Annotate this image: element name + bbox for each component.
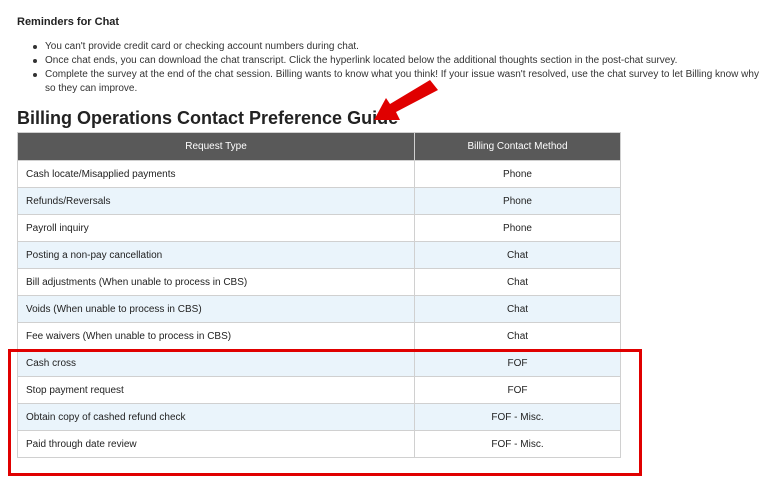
request-type-cell: Payroll inquiry xyxy=(17,214,415,242)
table-row: Refunds/Reversals Phone xyxy=(17,187,621,215)
table-row: Voids (When unable to process in CBS) Ch… xyxy=(17,295,621,323)
contact-method-cell: Chat xyxy=(414,268,621,296)
reminder-item: Once chat ends, you can download the cha… xyxy=(32,54,762,68)
contact-method-cell: Chat xyxy=(414,322,621,350)
contact-method-cell: Phone xyxy=(414,187,621,215)
table-row: Bill adjustments (When unable to process… xyxy=(17,268,621,296)
request-type-cell: Obtain copy of cashed refund check xyxy=(17,403,415,431)
column-header-request-type: Request Type xyxy=(17,132,415,161)
table-row: Stop payment request FOF xyxy=(17,376,621,404)
guide-title: Billing Operations Contact Preference Gu… xyxy=(17,108,399,128)
request-type-cell: Fee waivers (When unable to process in C… xyxy=(17,322,415,350)
contact-method-cell: Chat xyxy=(414,241,621,269)
column-header-contact-method: Billing Contact Method xyxy=(414,132,621,161)
contact-method-cell: FOF xyxy=(414,349,621,377)
table-row: Cash cross FOF xyxy=(17,349,621,377)
request-type-cell: Voids (When unable to process in CBS) xyxy=(17,295,415,323)
reminder-item: You can't provide credit card or checkin… xyxy=(32,40,762,54)
red-arrow-icon xyxy=(374,80,438,120)
request-type-cell: Cash locate/Misapplied payments xyxy=(17,160,415,188)
table-header-row: Request Type Billing Contact Method xyxy=(17,132,621,161)
contact-method-cell: FOF - Misc. xyxy=(414,430,621,458)
request-type-cell: Cash cross xyxy=(17,349,415,377)
table-row: Obtain copy of cashed refund check FOF -… xyxy=(17,403,621,431)
request-type-cell: Refunds/Reversals xyxy=(17,187,415,215)
contact-method-cell: Phone xyxy=(414,160,621,188)
request-type-cell: Paid through date review xyxy=(17,430,415,458)
reminders-title: Reminders for Chat xyxy=(17,16,120,28)
table-row: Posting a non-pay cancellation Chat xyxy=(17,241,621,269)
request-type-cell: Stop payment request xyxy=(17,376,415,404)
table-row: Paid through date review FOF - Misc. xyxy=(17,430,621,458)
request-type-cell: Bill adjustments (When unable to process… xyxy=(17,268,415,296)
request-type-cell: Posting a non-pay cancellation xyxy=(17,241,415,269)
contact-method-cell: FOF - Misc. xyxy=(414,403,621,431)
table-row: Payroll inquiry Phone xyxy=(17,214,621,242)
table-row: Fee waivers (When unable to process in C… xyxy=(17,322,621,350)
contact-method-cell: Phone xyxy=(414,214,621,242)
contact-preference-table: Request Type Billing Contact Method Cash… xyxy=(17,132,621,458)
contact-method-cell: FOF xyxy=(414,376,621,404)
table-row: Cash locate/Misapplied payments Phone xyxy=(17,160,621,188)
contact-method-cell: Chat xyxy=(414,295,621,323)
